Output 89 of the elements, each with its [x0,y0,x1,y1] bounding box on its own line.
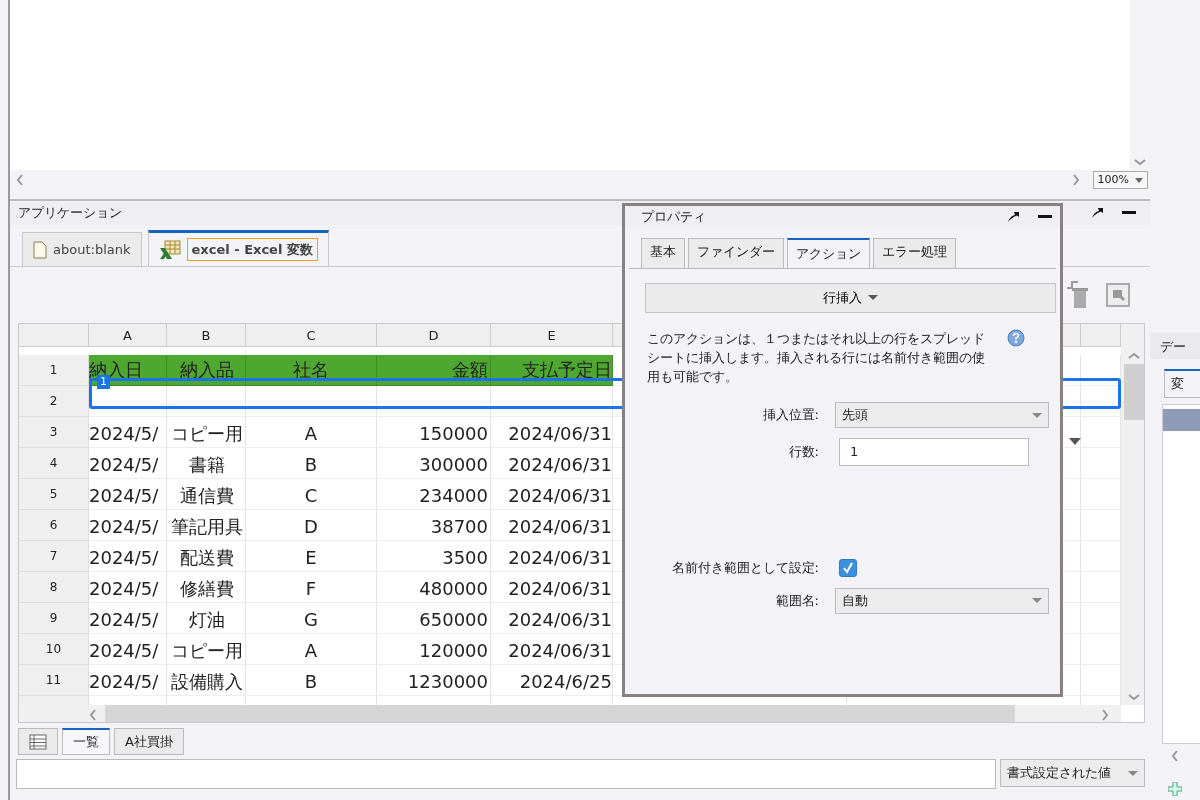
app-tab[interactable]: about:blank [22,232,142,266]
select-field[interactable]: 自動 [835,587,1049,614]
table-cell: 2024/5/ [89,448,167,479]
table-cell: A [246,634,377,665]
table-cell: 修繕費 [167,572,246,603]
header-cell: 社名 [246,355,377,386]
table-cell: 筆記用具 [167,510,246,541]
column-header[interactable]: E [491,324,613,347]
field-label: 挿入位置: [761,406,819,425]
table-cell: 480000 [377,572,491,603]
tab[interactable]: 基本 [641,238,685,268]
row-header[interactable]: 2 [19,386,89,417]
row-header[interactable]: 9 [19,603,89,634]
table-cell: 2024/06/31 [491,541,613,572]
table-cell: コピー用 [167,634,246,665]
select-field[interactable]: 先頭 [835,402,1049,428]
table-cell: B [246,448,377,479]
panel-title: プロパティ [641,208,706,227]
table-cell: E [246,541,377,572]
row-header[interactable]: 10 [19,634,89,665]
table-cell: 38700 [377,510,491,541]
table-cell: 2024/06/31 [491,603,613,634]
table-cell: 設備購入 [167,665,246,696]
table-cell: 2024/06/31 [491,510,613,541]
table-cell: コピー用 [167,417,246,448]
table-cell: 150000 [377,417,491,448]
header-cell: 納入品 [167,355,246,386]
table-cell: 2024/5/ [89,417,167,448]
table-cell: D [246,510,377,541]
table-cell: 2024/5/ [89,541,167,572]
column-header[interactable]: C [246,324,377,347]
app-tab[interactable]: excel - Excel 変数 [147,230,329,266]
table-cell: 300000 [377,448,491,479]
table-cell: 120000 [377,634,491,665]
table-cell: F [246,572,377,603]
column-header[interactable]: B [167,324,246,347]
table-cell: C [246,479,377,510]
table-cell: G [246,603,377,634]
table-cell: 2024/5/ [89,665,167,696]
table-cell: 234000 [377,479,491,510]
tab[interactable]: ファインダー [688,238,784,268]
row-header[interactable]: 6 [19,510,89,541]
tab[interactable]: アクション [787,238,870,268]
table-cell: 3500 [377,541,491,572]
table-cell: 650000 [377,603,491,634]
table-cell: 2024/06/31 [491,572,613,603]
panel-title: アプリケーション [18,204,122,223]
table-cell: 2024/5/ [89,479,167,510]
row-header[interactable]: 1 [19,355,89,386]
row-header[interactable]: 7 [19,541,89,572]
table-cell: 2024/06/31 [491,479,613,510]
zoom-select[interactable]: 100% [1092,170,1148,190]
sheet-tab[interactable]: A社買掛 [114,728,184,755]
table-cell: 2024/6/25 [491,665,613,696]
header-cell: 金額 [377,355,491,386]
input-field[interactable]: 1 [839,438,1029,466]
format-select[interactable]: 書式設定された値 [1000,759,1145,787]
column-header[interactable]: A [89,324,167,347]
range-badge: 1 [97,375,110,389]
table-cell: 書籍 [167,448,246,479]
row-header[interactable]: 4 [19,448,89,479]
header-cell: 支払予定日 [491,355,613,386]
field-label: 行数: [787,443,819,462]
table-cell: 1230000 [377,665,491,696]
tab[interactable]: エラー処理 [873,238,956,268]
field-label: 範囲名: [774,591,819,610]
column-header[interactable]: D [377,324,491,347]
table-cell: 2024/5/ [89,634,167,665]
field-label: 名前付き範囲として設定: [670,559,819,577]
table-cell: B [246,665,377,696]
table-cell: 配送費 [167,541,246,572]
table-cell: 通信費 [167,479,246,510]
action-dropdown[interactable]: 行挿入 [645,282,1056,313]
table-cell: 2024/5/ [89,603,167,634]
row-header[interactable]: 8 [19,572,89,603]
row-header[interactable]: 5 [19,479,89,510]
sheet-tab[interactable]: 一覧 [62,728,110,755]
row-header[interactable]: 11 [19,665,89,696]
table-cell: 2024/06/31 [491,448,613,479]
row-header[interactable]: 3 [19,417,89,448]
panel-tab[interactable]: 変 [1164,369,1200,398]
table-cell: 2024/06/31 [491,634,613,665]
table-cell: 灯油 [167,603,246,634]
table-cell: A [246,417,377,448]
table-cell: 2024/06/31 [491,417,613,448]
table-cell: 2024/5/ [89,572,167,603]
description: このアクションは、１つまたはそれ以上の行をスプレッドシートに挿入します。挿入される行には名前付き範囲の使用も可能です。 [647,329,986,386]
table-cell: 2024/5/ [89,510,167,541]
panel-title: デー [1150,333,1200,359]
